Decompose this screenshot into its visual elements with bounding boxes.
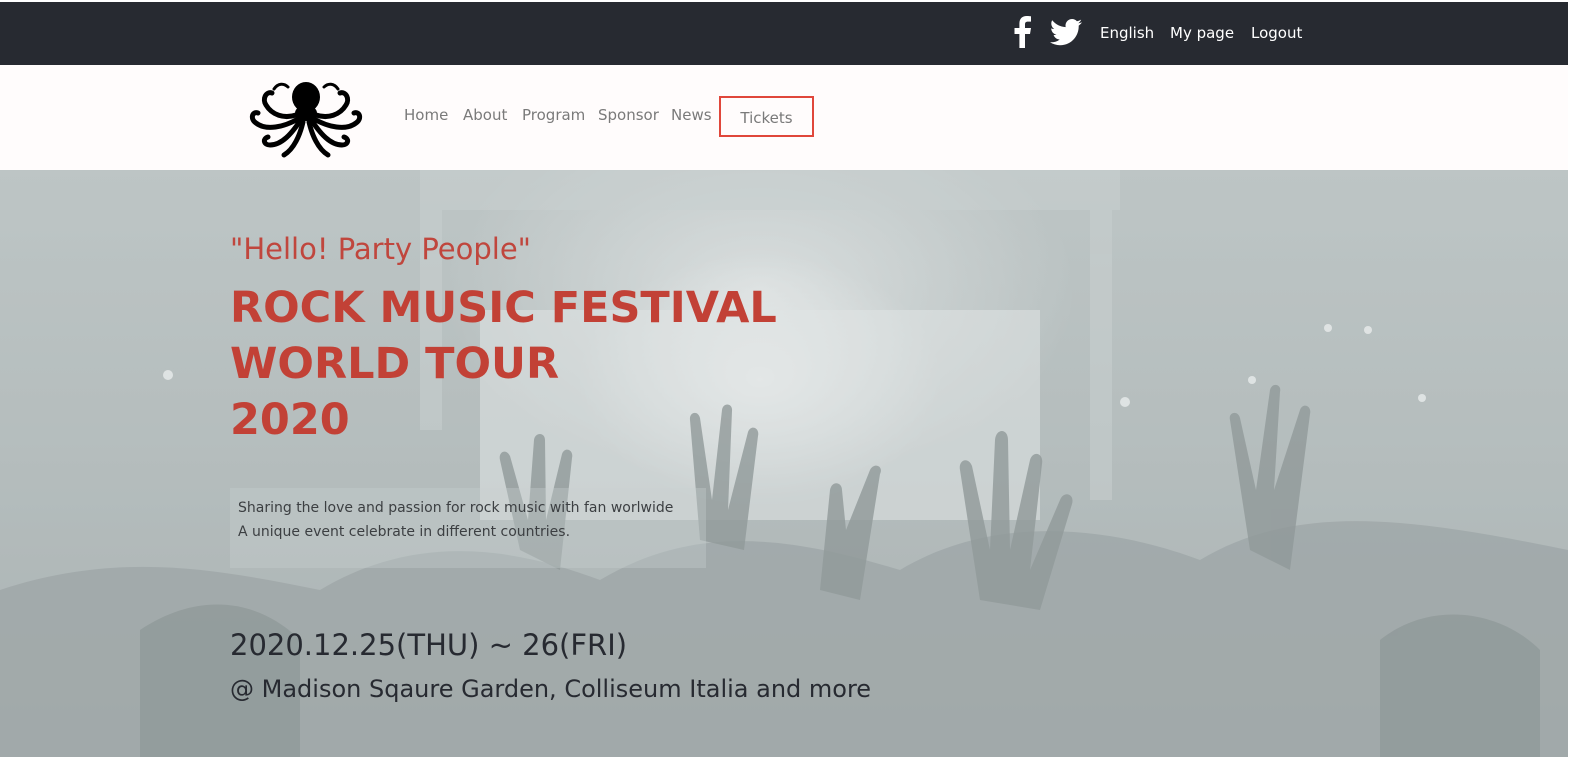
headline-line-3: 2020 bbox=[230, 395, 350, 445]
octopus-logo[interactable] bbox=[244, 75, 368, 159]
twitter-icon[interactable] bbox=[1050, 19, 1082, 46]
event-venue: @ Madison Sqaure Garden, Colliseum Itali… bbox=[230, 675, 872, 703]
my-page-link[interactable]: My page bbox=[1170, 24, 1234, 42]
nav-program[interactable]: Program bbox=[522, 106, 585, 124]
description-line-2: A unique event celebrate in different co… bbox=[238, 524, 571, 540]
nav-news[interactable]: News bbox=[671, 106, 712, 124]
logout-link[interactable]: Logout bbox=[1251, 24, 1302, 42]
headline-line-1: ROCK MUSIC FESTIVAL bbox=[230, 283, 777, 333]
hero-section: "Hello! Party People" ROCK MUSIC FESTIVA… bbox=[0, 170, 1568, 757]
description-line-1: Sharing the love and passion for rock mu… bbox=[238, 500, 674, 516]
hero-headline: ROCK MUSIC FESTIVAL WORLD TOUR 2020 bbox=[230, 280, 777, 448]
nav-sponsor[interactable]: Sponsor bbox=[598, 106, 659, 124]
hero-description: Sharing the love and passion for rock mu… bbox=[230, 488, 706, 568]
event-date: 2020.12.25(THU) ~ 26(FRI) bbox=[230, 628, 628, 662]
headline-line-2: WORLD TOUR bbox=[230, 339, 560, 389]
main-navbar: Home About Program Sponsor News Tickets bbox=[0, 65, 1568, 170]
nav-tickets-button[interactable]: Tickets bbox=[719, 96, 814, 137]
language-link[interactable]: English bbox=[1100, 24, 1154, 42]
page-edge bbox=[1568, 0, 1579, 757]
nav-home[interactable]: Home bbox=[404, 106, 448, 124]
nav-about[interactable]: About bbox=[463, 106, 507, 124]
top-bar: English My page Logout bbox=[0, 2, 1568, 65]
hero-tagline: "Hello! Party People" bbox=[230, 232, 532, 266]
facebook-icon[interactable] bbox=[1012, 16, 1032, 48]
